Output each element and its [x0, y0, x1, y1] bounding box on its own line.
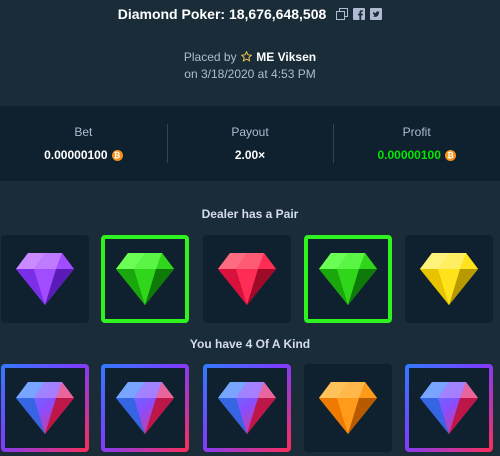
dealer-gem-tile	[101, 235, 189, 323]
green-gem-icon	[114, 251, 176, 307]
bitcoin-icon: ₿	[111, 149, 123, 161]
payout-value: 2.00×	[234, 148, 266, 162]
placed-by-info: Placed by ME Viksen on 3/18/2020 at 4:53…	[0, 49, 500, 82]
player-gem-tile	[1, 364, 89, 452]
dealer-gem-tile	[203, 235, 291, 323]
star-icon	[240, 50, 253, 66]
bet-amount: 0.00000100 ₿	[44, 148, 123, 162]
copy-icon[interactable]	[336, 8, 349, 20]
profit-value: 0.00000100	[377, 148, 441, 162]
bet-label: Bet	[74, 125, 93, 139]
multi-gem-icon	[418, 380, 480, 436]
player-gem-tile	[203, 364, 291, 452]
profit-amount: 0.00000100 ₿	[377, 148, 456, 162]
player-gem-tile	[101, 364, 189, 452]
bet-stat: Bet 0.00000100 ₿	[0, 106, 167, 181]
player-hand-title: You have 4 Of A Kind	[189, 337, 311, 351]
dealer-gem-tile	[304, 235, 392, 323]
twitter-icon[interactable]	[370, 8, 383, 20]
yellow-gem-icon	[418, 251, 480, 307]
player-gem-tile	[405, 364, 493, 452]
bet-stats-panel: Bet 0.00000100 ₿ Payout 2.00× Profit 0.0…	[0, 106, 500, 181]
placed-date: on 3/18/2020 at 4:53 PM	[184, 67, 316, 81]
bet-value: 0.00000100	[44, 148, 108, 162]
facebook-icon[interactable]	[353, 8, 366, 20]
red-gem-icon	[216, 251, 278, 307]
profit-stat: Profit 0.00000100 ₿	[333, 106, 500, 181]
username-link[interactable]: Viksen	[278, 50, 316, 64]
dealer-gem-row	[0, 235, 500, 323]
green-gem-icon	[317, 251, 379, 307]
multi-gem-icon	[216, 380, 278, 436]
multi-gem-icon	[114, 380, 176, 436]
dealer-gem-tile	[405, 235, 493, 323]
purple-gem-icon	[14, 251, 76, 307]
bitcoin-icon: ₿	[444, 149, 456, 161]
multi-gem-icon	[14, 380, 76, 436]
bet-header: Diamond Poker: 18,676,648,508	[0, 6, 500, 22]
dealer-gem-tile	[1, 235, 89, 323]
orange-gem-icon	[317, 380, 379, 436]
user-badge: ME	[256, 50, 275, 64]
game-title: Diamond Poker: 18,676,648,508	[117, 6, 327, 22]
payout-label: Payout	[231, 125, 269, 139]
dealer-hand-title: Dealer has a Pair	[201, 207, 299, 221]
player-gem-tile	[304, 364, 392, 452]
profit-label: Profit	[402, 125, 431, 139]
placed-by-label: Placed by	[183, 50, 237, 64]
payout-stat: Payout 2.00×	[166, 106, 334, 181]
player-gem-row	[0, 364, 500, 452]
